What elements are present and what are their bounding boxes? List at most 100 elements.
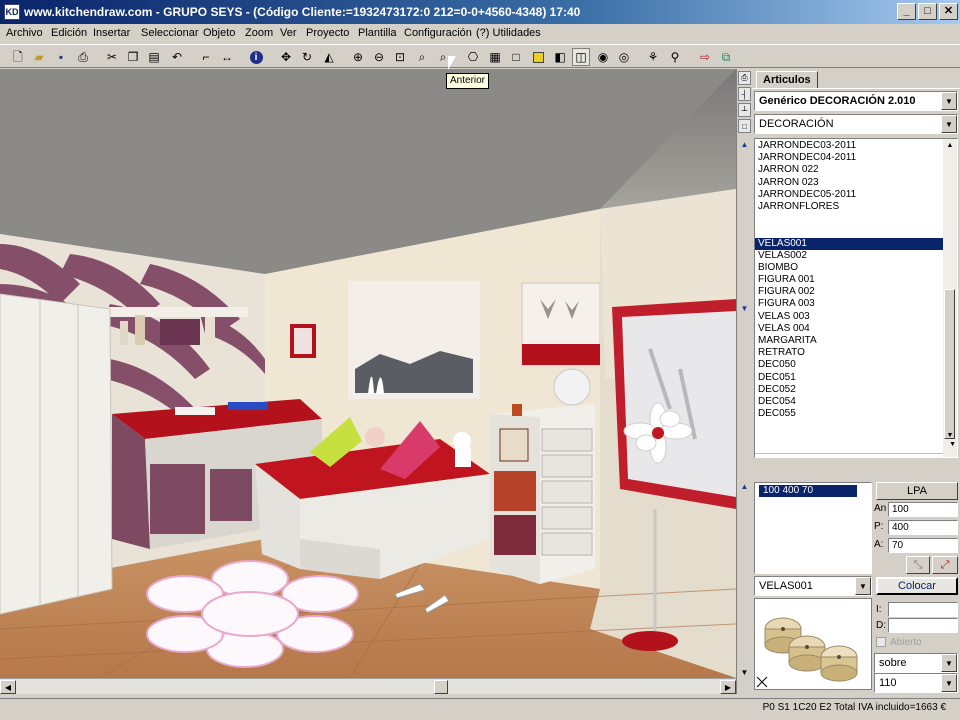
- menu-edicion[interactable]: Edición: [51, 27, 87, 39]
- render-color-icon[interactable]: [529, 48, 547, 66]
- lpa-button[interactable]: LPA: [876, 482, 958, 500]
- zoom-in-icon[interactable]: ⊕: [349, 48, 367, 66]
- list-item[interactable]: JARRONDEC03-2011: [755, 140, 943, 152]
- elevation-view-icon[interactable]: ▦: [486, 48, 504, 66]
- articles-list[interactable]: JARRONDEC03-2011 JARRONDEC04-2011 JARRON…: [754, 138, 958, 458]
- cut-icon[interactable]: ✂: [103, 48, 121, 66]
- list-item[interactable]: MARGARITA: [755, 335, 943, 347]
- export-icon[interactable]: ⇨: [696, 48, 714, 66]
- list-item[interactable]: DEC055: [755, 408, 943, 420]
- rotate-icon[interactable]: ↻: [298, 48, 316, 66]
- dimensions-item[interactable]: 100 400 70: [759, 485, 857, 498]
- web-icon[interactable]: ⧉: [717, 48, 735, 66]
- list-item[interactable]: BIOMBO: [755, 262, 943, 274]
- hinge-left-icon[interactable]: ⤡: [906, 556, 930, 574]
- info-icon[interactable]: i: [247, 48, 265, 66]
- list-item[interactable]: DEC050: [755, 359, 943, 371]
- list-item[interactable]: VELAS 004: [755, 323, 943, 335]
- 3d-render-viewport[interactable]: [0, 69, 736, 678]
- camera-icon[interactable]: ◉: [594, 48, 612, 66]
- list-item[interactable]: [755, 213, 943, 225]
- title-bar[interactable]: KD www.kitchendraw.com - GRUPO SEYS - (C…: [0, 0, 960, 24]
- elevation-icon[interactable]: ┴: [738, 103, 751, 117]
- chevron-down-icon[interactable]: ▼: [941, 654, 957, 672]
- list-item[interactable]: FIGURA 003: [755, 298, 943, 310]
- minimize-button[interactable]: _: [897, 3, 916, 20]
- list-scroll-up-icon[interactable]: ▲: [738, 137, 751, 151]
- zoom-out-icon[interactable]: ⊖: [370, 48, 388, 66]
- open-folder-icon[interactable]: ▰: [30, 48, 48, 66]
- viewport-horizontal-scrollbar[interactable]: ◀ ▶: [0, 678, 736, 694]
- list-item[interactable]: FIGURA 001: [755, 274, 943, 286]
- width-field[interactable]: 100: [888, 502, 958, 517]
- measure-icon[interactable]: ↔: [218, 48, 236, 66]
- list-item[interactable]: FIGURA 002: [755, 286, 943, 298]
- articles-scrollbar[interactable]: ▲ ▼: [943, 139, 957, 457]
- list-item[interactable]: JARRON 022: [755, 164, 943, 176]
- list-item-selected[interactable]: VELAS001: [755, 237, 943, 250]
- article-combo[interactable]: VELAS001 ▼: [754, 576, 872, 596]
- menu-insertar[interactable]: Insertar: [93, 27, 130, 39]
- print-small-icon[interactable]: ⎙: [738, 71, 751, 85]
- scroll-up-arrow-icon[interactable]: ▲: [943, 139, 957, 152]
- chevron-down-icon[interactable]: ▼: [855, 577, 871, 595]
- menu-zoom[interactable]: Zoom: [245, 27, 273, 39]
- chevron-down-icon[interactable]: ▼: [941, 674, 957, 692]
- hinge-right-icon[interactable]: ⤢: [932, 556, 958, 574]
- horizontal-scroll-thumb[interactable]: [434, 680, 448, 694]
- list-item[interactable]: JARRONDEC05-2011: [755, 189, 943, 201]
- list-item[interactable]: DEC051: [755, 372, 943, 384]
- abierto-checkbox[interactable]: [876, 637, 886, 647]
- list-item[interactable]: DEC052: [755, 384, 943, 396]
- list-item[interactable]: DEC054: [755, 396, 943, 408]
- maximize-button[interactable]: □: [918, 3, 937, 20]
- scroll-right-arrow-icon[interactable]: ▶: [720, 680, 736, 694]
- menu-configuracion[interactable]: Configuración: [404, 27, 472, 39]
- colocar-button[interactable]: Colocar: [876, 577, 958, 595]
- d-field[interactable]: [888, 618, 958, 633]
- menu-plantilla[interactable]: Plantilla: [358, 27, 397, 39]
- depth-field[interactable]: 400: [888, 520, 958, 535]
- paste-icon[interactable]: ▤: [145, 48, 163, 66]
- menu-proyecto[interactable]: Proyecto: [306, 27, 349, 39]
- articles-scroll-thumb[interactable]: [944, 289, 955, 439]
- list-item[interactable]: VELAS002: [755, 250, 943, 262]
- height-field[interactable]: 70: [888, 538, 958, 553]
- vertical-scroll-down-icon[interactable]: ▼: [738, 665, 751, 679]
- list-item[interactable]: [755, 225, 943, 237]
- walk-icon[interactable]: ⚘: [644, 48, 662, 66]
- zoom-window-icon[interactable]: ⊡: [391, 48, 409, 66]
- list-item[interactable]: JARRON 023: [755, 177, 943, 189]
- undo-icon[interactable]: ↶: [168, 48, 186, 66]
- list-item[interactable]: JARRONDEC04-2011: [755, 152, 943, 164]
- close-button[interactable]: ✕: [939, 3, 958, 20]
- 3d-view-icon[interactable]: ◫: [572, 48, 590, 66]
- scroll-end-arrow-icon[interactable]: ▼: [949, 441, 956, 448]
- category-combo[interactable]: DECORACIÓN ▼: [754, 114, 958, 134]
- print-icon[interactable]: ⎙: [74, 48, 92, 66]
- menu-archivo[interactable]: Archivo: [6, 27, 43, 39]
- scroll-left-arrow-icon[interactable]: ◀: [0, 680, 16, 694]
- chevron-down-icon[interactable]: ▼: [941, 92, 957, 110]
- view-3d-small-icon[interactable]: □: [738, 119, 751, 133]
- menu-utilidades[interactable]: (?) Utilidades: [476, 27, 541, 39]
- app-icon[interactable]: KD: [4, 4, 20, 20]
- dims-scroll-up-icon[interactable]: ▲: [738, 479, 751, 493]
- list-item[interactable]: RETRATO: [755, 347, 943, 359]
- tab-articulos[interactable]: Articulos: [756, 71, 818, 89]
- plan-view-icon[interactable]: ⎔: [464, 48, 482, 66]
- position-combo[interactable]: sobre ▼: [874, 653, 958, 673]
- new-file-icon[interactable]: 🗋: [9, 48, 27, 66]
- plan-icon[interactable]: ┤: [738, 87, 751, 101]
- mirror-icon[interactable]: ◭: [320, 48, 338, 66]
- light-icon[interactable]: ⚲: [666, 48, 684, 66]
- menu-ver[interactable]: Ver: [280, 27, 297, 39]
- list-item[interactable]: JARRONFLORES: [755, 201, 943, 213]
- i-field[interactable]: [888, 602, 958, 617]
- dimensions-list[interactable]: 100 400 70: [754, 482, 872, 574]
- copy-icon[interactable]: ❐: [124, 48, 142, 66]
- catalog-combo[interactable]: Genérico DECORACIÓN 2.010 ▼: [754, 91, 958, 111]
- dimension-icon[interactable]: ⌐: [197, 48, 215, 66]
- move-icon[interactable]: ✥: [277, 48, 295, 66]
- photo-icon[interactable]: ◎: [615, 48, 633, 66]
